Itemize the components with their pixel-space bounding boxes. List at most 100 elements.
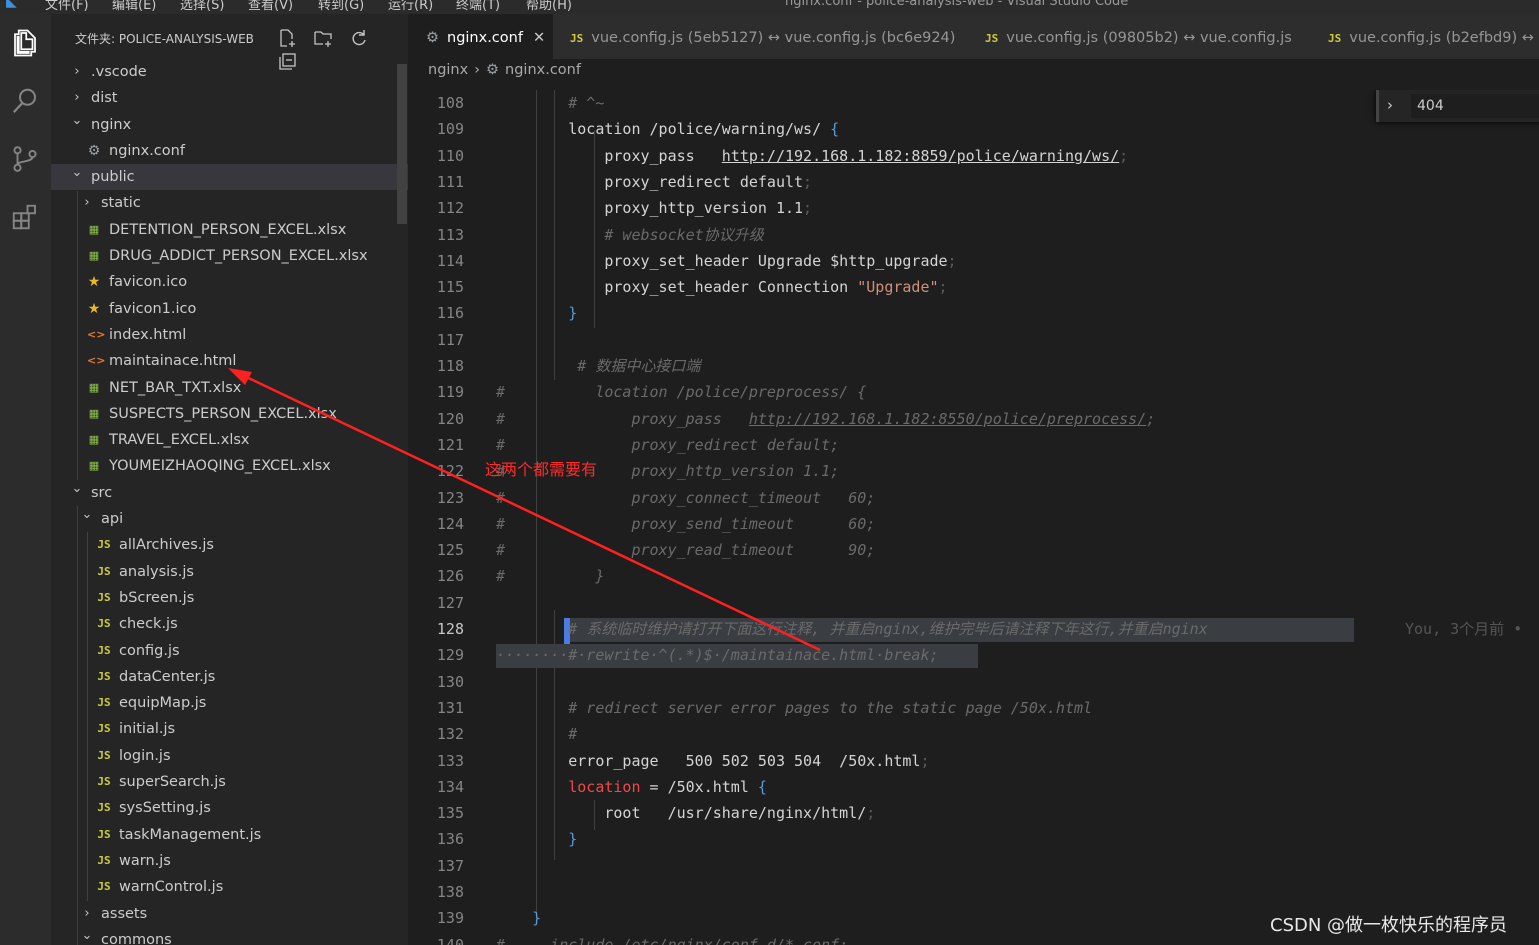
tree-folder[interactable]: ⌄ commons [51,927,408,945]
sidebar-scrollbar[interactable] [397,64,407,224]
code-line[interactable]: 119 # location /police/preprocess/ { [408,379,1539,405]
tree-folder[interactable]: ⌄ src [51,480,408,506]
code-editor[interactable]: 108 # ^~ 109 location /police/warning/ws/… [408,90,1539,945]
code-line[interactable]: 123 # proxy_connect_timeout 60; [408,485,1539,511]
tree-file[interactable]: JS initial.js [51,716,408,742]
code-line[interactable]: 124 # proxy_send_timeout 60; [408,511,1539,537]
breadcrumb-folder[interactable]: nginx [428,62,468,78]
js-file-icon: JS [97,643,111,657]
code-line[interactable]: 135 root /usr/share/nginx/html/; [408,800,1539,826]
code-line[interactable]: 116 } [408,300,1539,326]
tree-file[interactable]: JS login.js [51,743,408,769]
code-line[interactable]: 117 [408,327,1539,353]
refresh-icon[interactable] [349,28,371,48]
tree-folder[interactable]: › assets [51,901,408,927]
code-line[interactable]: 120 # proxy_pass http://192.168.1.182:855… [408,406,1539,432]
code-line[interactable]: 110 proxy_pass http://192.168.1.182:8859… [408,143,1539,169]
code-token: http://192.168.1.182:8859/police/warning… [721,146,1120,165]
tree-file[interactable]: JS taskManagement.js [51,822,408,848]
code-line[interactable]: 128 # 系统临时维护请打开下面这行注释, 并重启nginx,维护完毕后请注释… [408,616,1539,642]
code-line[interactable]: 136 } [408,826,1539,852]
tree-file[interactable]: <> index.html [51,322,408,348]
tree-file[interactable]: ▦ DRUG_ADDICT_PERSON_EXCEL.xlsx [51,243,408,269]
code-line[interactable]: 126 # } [408,563,1539,589]
code-line[interactable]: 108 # ^~ [408,90,1539,116]
code-line[interactable]: 111 proxy_redirect default; [408,169,1539,195]
menu-run[interactable]: 运行(R) [388,0,433,13]
tree-file[interactable]: ▦ YOUMEIZHAOQING_EXCEL.xlsx [51,453,408,479]
tree-file[interactable]: ★ favicon.ico [51,269,408,295]
close-icon[interactable]: ✕ [533,30,545,46]
tree-file[interactable]: ▦ NET_BAR_TXT.xlsx [51,375,408,401]
code-line[interactable]: 130 [408,669,1539,695]
find-input[interactable]: 404 [1411,94,1539,118]
tree-file[interactable]: ▦ DETENTION_PERSON_EXCEL.xlsx [51,217,408,243]
menu-view[interactable]: 查看(V) [248,0,293,13]
menu-file[interactable]: 文件(F) [45,0,89,13]
tree-file[interactable]: JS superSearch.js [51,769,408,795]
tree-folder[interactable]: ⌄ api [51,506,408,532]
code-token: = /50x.html [640,777,758,796]
tree-file[interactable]: JS analysis.js [51,559,408,585]
code-token: root /usr/share/nginx/html/ [496,804,867,823]
code-line[interactable]: 118 # 数据中心接口端 [408,353,1539,379]
window-title: nginx.conf - police-analysis-web - Visua… [785,0,1129,9]
tree-file[interactable]: ▦ TRAVEL_EXCEL.xlsx [51,427,408,453]
menu-help[interactable]: 帮助(H) [526,0,572,13]
menu-edit[interactable]: 编辑(E) [112,0,156,13]
code-line[interactable]: 137 [408,853,1539,879]
explorer-icon[interactable] [10,28,40,58]
tree-file[interactable]: JS allArchives.js [51,532,408,558]
code-text: # proxy_connect_timeout 60; [496,485,875,511]
extensions-icon[interactable] [10,202,40,232]
code-line[interactable]: 133 error_page 500 502 503 504 /50x.html… [408,748,1539,774]
tree-folder[interactable]: ⌄ nginx [51,112,408,138]
tree-folder[interactable]: ⌄ public [51,164,408,191]
source-control-icon[interactable] [10,144,40,174]
code-line[interactable]: 121 # proxy_redirect default; [408,432,1539,458]
tab-vue-config-diff-1[interactable]: JS vue.config.js (5eb5127) ↔ vue.config.j… [553,14,970,59]
tree-file[interactable]: ▦ SUSPECTS_PERSON_EXCEL.xlsx [51,401,408,427]
search-icon[interactable] [10,86,40,116]
code-line[interactable]: 114 proxy_set_header Upgrade $http_upgra… [408,248,1539,274]
code-line[interactable]: 113 # websocket协议升级 [408,222,1539,248]
code-line[interactable]: 134 location = /50x.html { [408,774,1539,800]
tree-file[interactable]: JS dataCenter.js [51,664,408,690]
code-line[interactable]: 132 # [408,721,1539,747]
code-line[interactable]: 131 # redirect server error pages to the… [408,695,1539,721]
tree-folder[interactable]: › dist [51,85,408,111]
tree-item-label: DRUG_ADDICT_PERSON_EXCEL.xlsx [109,248,368,265]
code-line[interactable]: 112 proxy_http_version 1.1; [408,195,1539,221]
menu-selection[interactable]: 选择(S) [180,0,224,13]
tree-file[interactable]: JS config.js [51,638,408,664]
tree-file[interactable]: <> maintainace.html [51,348,408,374]
tree-file[interactable]: JS equipMap.js [51,690,408,716]
breadcrumb-file[interactable]: nginx.conf [505,62,581,78]
tab-vue-config-diff-2[interactable]: JS vue.config.js (09805b2) ↔ vue.config.j… [968,14,1313,59]
chevron-right-icon[interactable]: › [1387,96,1393,114]
tree-file[interactable]: JS bScreen.js [51,585,408,611]
code-line[interactable]: 109 location /police/warning/ws/ { [408,116,1539,142]
tab-vue-config-diff-3[interactable]: JS vue.config.js (b2efbd9) ↔ v [1311,14,1539,59]
tree-file[interactable]: ⚙ nginx.conf [51,138,408,164]
tree-file[interactable]: JS sysSetting.js [51,795,408,821]
tree-file[interactable]: JS warnControl.js [51,874,408,900]
code-line[interactable]: 125 # proxy_read_timeout 90; [408,537,1539,563]
menu-go[interactable]: 转到(G) [318,0,364,13]
menu-bar: ◣ 文件(F) 编辑(E) 选择(S) 查看(V) 转到(G) 运行(R) 终端… [0,0,1539,14]
tree-folder[interactable]: › .vscode [51,59,408,85]
new-folder-icon[interactable] [313,28,335,48]
code-line[interactable]: 129 ········#·rewrite·^(.*)$·/maintainace… [408,642,1539,668]
new-file-icon[interactable] [277,28,299,48]
code-line[interactable]: 127 [408,590,1539,616]
tree-file[interactable]: JS check.js [51,611,408,637]
menu-terminal[interactable]: 终端(T) [456,0,500,13]
code-line[interactable]: 138 [408,879,1539,905]
tree-folder[interactable]: › static [51,190,408,216]
tab-nginx-conf[interactable]: ⚙ nginx.conf ✕ [408,14,571,59]
tree-file[interactable]: ★ favicon1.ico [51,296,408,322]
excel-file-icon: ▦ [88,249,100,263]
tree-file[interactable]: JS warn.js [51,848,408,874]
code-line[interactable]: 115 proxy_set_header Connection "Upgrade… [408,274,1539,300]
breadcrumb: nginx › ⚙ nginx.conf [428,62,581,78]
